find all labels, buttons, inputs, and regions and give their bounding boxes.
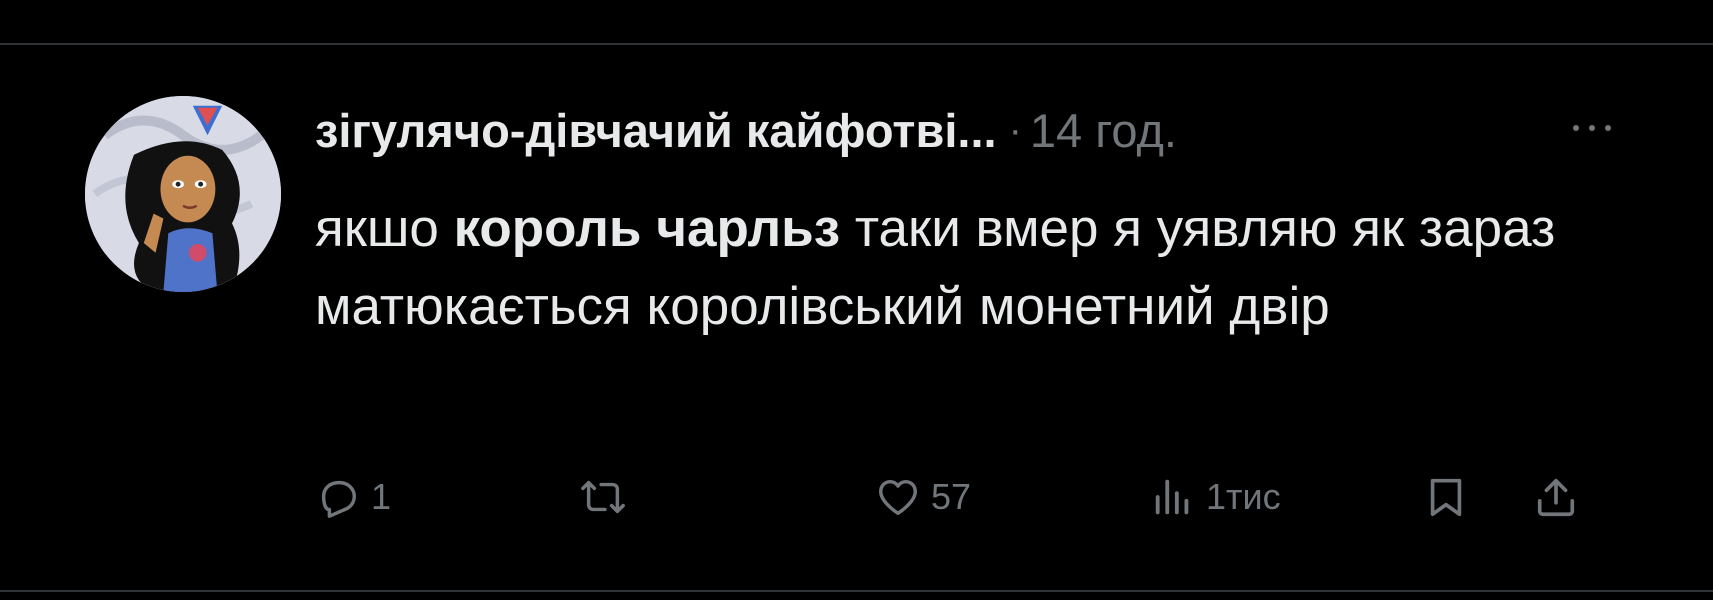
bookmark-icon — [1430, 478, 1462, 517]
views-icon — [1155, 479, 1189, 515]
views-button[interactable]: 1тис — [1150, 462, 1281, 532]
views-count: 1тис — [1206, 476, 1281, 517]
share-icon — [1537, 478, 1575, 517]
author-name[interactable]: зігулячо-дівчачий кайфотві... — [315, 103, 997, 158]
more-horizontal-icon[interactable] — [1562, 118, 1622, 138]
post-text-part1: якшо — [315, 199, 454, 258]
bookmark-button[interactable] — [1423, 462, 1469, 532]
action-bar: 1 57 1тис — [315, 462, 1645, 532]
post-text-bold: король чарльз — [453, 199, 841, 258]
avatar-image — [85, 96, 281, 292]
reply-icon — [321, 480, 357, 518]
post-time[interactable]: 14 год. — [1030, 103, 1177, 158]
like-button[interactable]: 57 — [875, 462, 971, 532]
bottom-divider — [0, 590, 1713, 592]
reply-count: 1 — [371, 476, 392, 517]
separator-dot: · — [1008, 107, 1022, 152]
top-divider — [0, 43, 1713, 45]
post-header: зігулячо-дівчачий кайфотві... · 14 год. — [315, 95, 1177, 165]
post-text: якшо король чарльз таки вмер я уявляю як… — [315, 190, 1645, 346]
reply-button[interactable]: 1 — [315, 462, 391, 532]
retweet-button[interactable] — [580, 462, 636, 532]
retweet-icon — [581, 480, 625, 514]
share-button[interactable] — [1533, 462, 1579, 532]
like-count: 57 — [931, 476, 972, 517]
avatar[interactable] — [85, 96, 281, 292]
heart-icon — [879, 479, 917, 516]
